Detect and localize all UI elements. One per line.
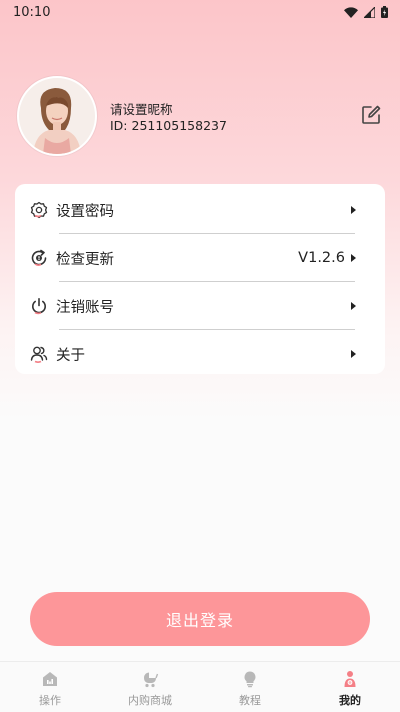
status-time: 10:10: [13, 4, 51, 20]
stroller-icon: [144, 672, 159, 688]
menu-item-about[interactable]: 关于: [15, 330, 385, 378]
bulb-icon: [244, 671, 256, 688]
menu-item-label: 设置密码: [56, 203, 114, 220]
logout-button[interactable]: 退出登录: [30, 592, 370, 646]
users-icon: [30, 346, 48, 363]
tab-label: 操作: [39, 694, 61, 707]
version-value: V1.2.6: [298, 250, 345, 266]
chevron-right-icon: [351, 254, 356, 262]
gear-icon: [30, 201, 48, 219]
status-bar: 10:10: [0, 0, 400, 24]
nickname-label[interactable]: 请设置昵称: [110, 99, 173, 118]
update-icon: [31, 249, 47, 266]
battery-icon: [381, 6, 388, 18]
bottom-tab-bar: 操作 内购商城 教程 我的: [0, 661, 400, 712]
tab-store[interactable]: 内购商城: [100, 662, 200, 712]
chevron-right-icon: [351, 350, 356, 358]
user-id-label: ID: 251105158237: [110, 118, 227, 133]
menu-item-check-update[interactable]: 检查更新 V1.2.6: [15, 234, 385, 282]
status-icons: [344, 6, 388, 18]
profile-header: 请设置昵称 ID: 251105158237: [17, 76, 383, 156]
tab-tutorial[interactable]: 教程: [200, 662, 300, 712]
home-icon: [43, 672, 57, 686]
wifi-icon: [344, 6, 358, 18]
tab-label: 我的: [339, 694, 361, 707]
tab-label: 教程: [239, 694, 261, 707]
menu-item-label: 注销账号: [56, 299, 114, 316]
tab-operation[interactable]: 操作: [0, 662, 100, 712]
signal-icon: [364, 6, 375, 18]
avatar-image: [19, 78, 95, 154]
power-icon: [32, 297, 46, 315]
chevron-right-icon: [351, 206, 356, 214]
avatar[interactable]: [17, 76, 97, 156]
chevron-right-icon: [351, 302, 356, 310]
mother-baby-icon: [344, 671, 356, 687]
menu-item-set-password[interactable]: 设置密码: [15, 186, 385, 234]
menu-item-label: 关于: [56, 347, 85, 364]
menu-item-delete-account[interactable]: 注销账号: [15, 282, 385, 330]
tab-label: 内购商城: [128, 694, 172, 707]
edit-icon[interactable]: [360, 104, 382, 126]
settings-menu: 设置密码 检查更新 V1.2.6 注销账号 关于: [15, 184, 385, 374]
tab-mine[interactable]: 我的: [300, 662, 400, 712]
menu-item-label: 检查更新: [56, 251, 114, 268]
